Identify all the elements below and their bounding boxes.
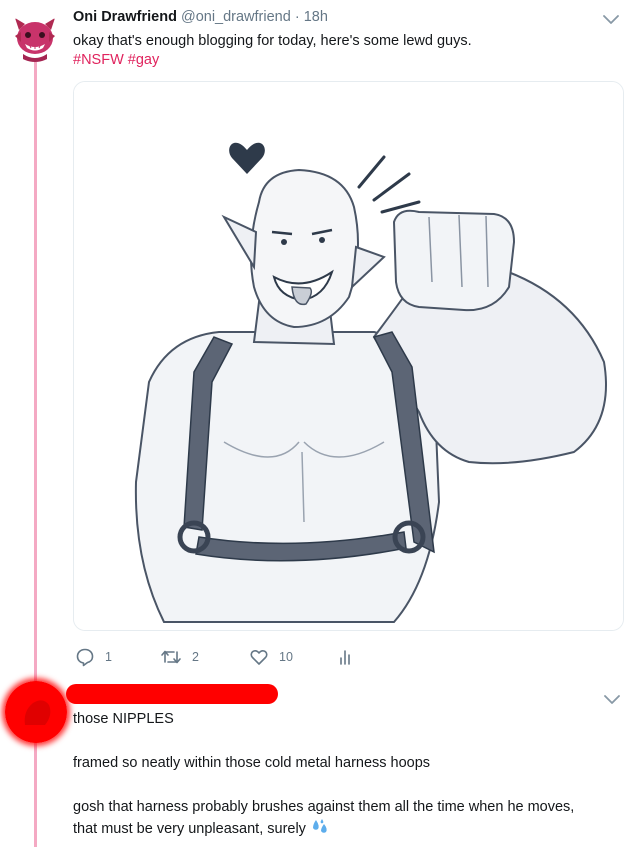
- sweat-droplets-icon: [312, 819, 327, 833]
- tweet-actions: 1 2 10: [75, 645, 375, 669]
- tweet-header: Oni Drawfriend @oni_drawfriend · 18h: [73, 9, 328, 25]
- reply-count: 1: [105, 650, 112, 664]
- like-button[interactable]: 10: [249, 645, 293, 669]
- reply-text: framed so neatly within those cold metal…: [73, 755, 431, 771]
- reply-author-avatar[interactable]: [5, 681, 67, 743]
- author-avatar[interactable]: [9, 10, 61, 62]
- reply-button[interactable]: 1: [75, 645, 112, 669]
- reply-text-fragment: that must be very unpleasant, surely: [73, 821, 306, 837]
- like-count: 10: [279, 650, 293, 664]
- tweet-hashtags: #NSFW #gay: [73, 52, 159, 68]
- redacted-author-name: [66, 684, 278, 704]
- chevron-down-icon[interactable]: [603, 12, 619, 24]
- retweet-icon: [161, 650, 181, 664]
- retweet-count: 2: [192, 650, 199, 664]
- analytics-button[interactable]: [338, 645, 354, 669]
- reply-text: gosh that harness probably brushes again…: [73, 796, 574, 840]
- reply-text-line: that must be very unpleasant, surely: [73, 818, 574, 840]
- reply-text-line: gosh that harness probably brushes again…: [73, 799, 575, 815]
- analytics-icon: [340, 650, 350, 665]
- reply-icon: [76, 648, 94, 667]
- heart-icon: [250, 650, 268, 665]
- chevron-down-icon[interactable]: [604, 692, 620, 704]
- retweet-button[interactable]: 2: [160, 645, 199, 669]
- author-handle[interactable]: @oni_drawfriend: [181, 9, 291, 25]
- tweet-media-image[interactable]: [73, 81, 624, 631]
- tweet-text: okay that's enough blogging for today, h…: [73, 33, 472, 49]
- header-separator: ·: [294, 9, 300, 25]
- author-name[interactable]: Oni Drawfriend: [73, 9, 177, 25]
- hashtag-link[interactable]: #NSFW: [73, 52, 124, 68]
- hashtag-link[interactable]: #gay: [128, 52, 159, 68]
- tweet-timestamp[interactable]: 18h: [304, 9, 328, 25]
- reply-text: those NIPPLES: [73, 711, 174, 727]
